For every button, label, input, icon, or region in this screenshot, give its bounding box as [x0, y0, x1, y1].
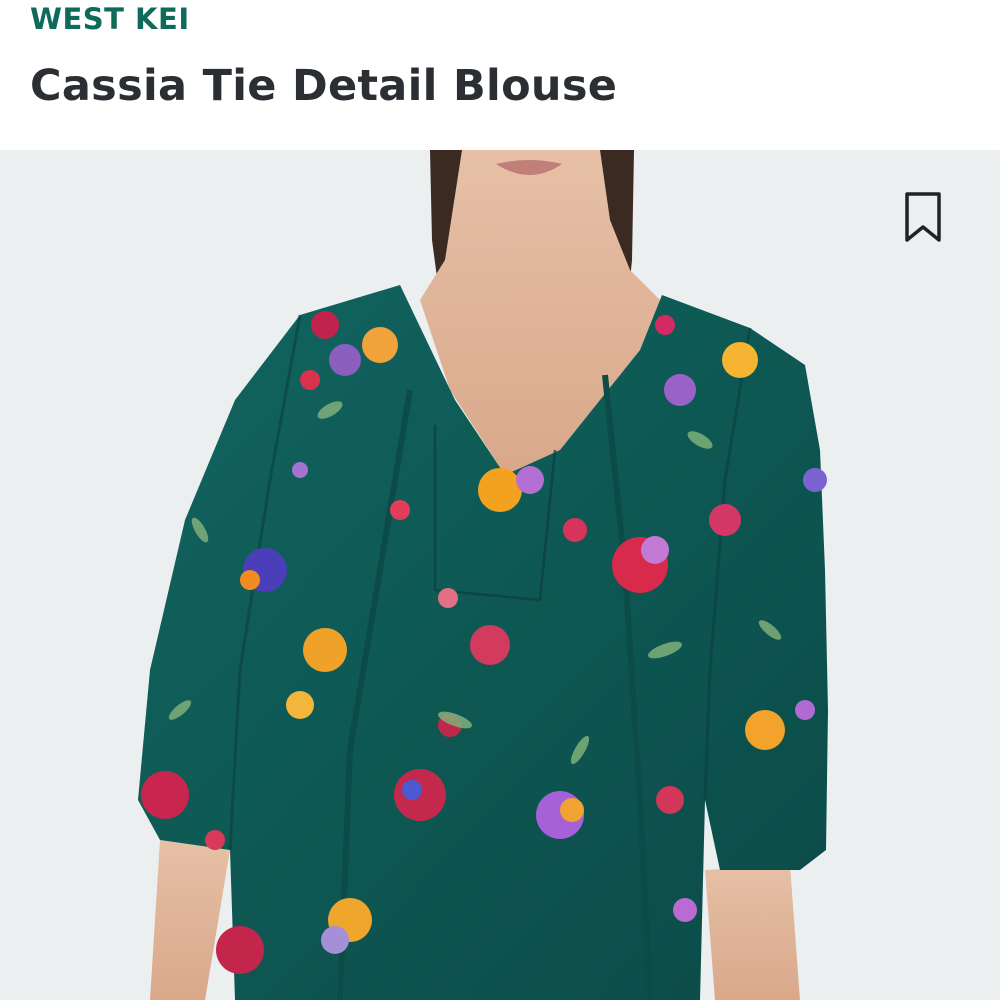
brand-name[interactable]: WEST KEI [30, 0, 190, 38]
product-photo [0, 150, 1000, 1000]
bookmark-icon [905, 192, 941, 242]
product-header: WEST KEI Cassia Tie Detail Blouse [0, 0, 1000, 150]
product-title: Cassia Tie Detail Blouse [30, 61, 618, 111]
product-image[interactable] [0, 150, 1000, 1000]
bookmark-button[interactable] [900, 190, 946, 246]
product-page: WEST KEI Cassia Tie Detail Blouse [0, 0, 1000, 1000]
